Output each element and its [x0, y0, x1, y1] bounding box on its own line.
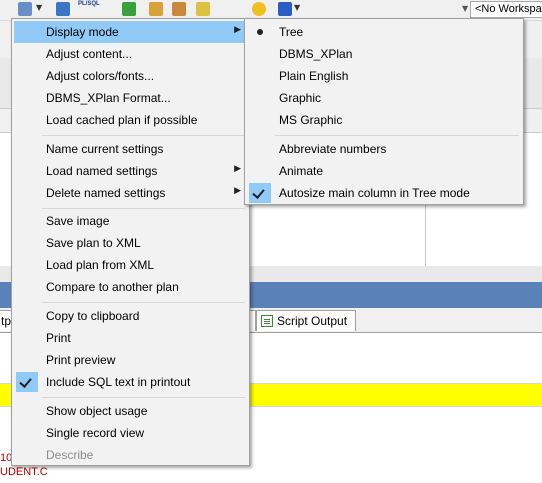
menu-item-load-named-settings[interactable]: Load named settings ▶	[14, 160, 247, 182]
clear-icon[interactable]	[278, 2, 292, 16]
new-window-icon[interactable]	[56, 2, 70, 16]
checkmark-icon	[252, 186, 265, 199]
submenu-item-graphic[interactable]: Graphic	[247, 87, 521, 109]
chevron-down-icon[interactable]: ▼	[294, 3, 300, 12]
chevron-right-icon: ▶	[234, 186, 241, 196]
menu-item-display-mode[interactable]: Display mode ▶	[14, 21, 247, 43]
display-mode-submenu: Tree DBMS_XPlan Plain English Graphic MS…	[244, 18, 524, 205]
menu-item-save-plan-xml[interactable]: Save plan to XML	[14, 232, 247, 254]
help-icon[interactable]	[196, 2, 210, 16]
menu-item-label: Save plan to XML	[46, 236, 141, 250]
script-icon	[261, 315, 273, 327]
submenu-item-animate[interactable]: Animate	[247, 160, 521, 182]
menu-item-label: Single record view	[46, 426, 145, 440]
chevron-right-icon: ▶	[234, 25, 241, 35]
column-divider	[425, 200, 426, 266]
menu-item-describe: Describe	[14, 444, 247, 466]
menu-item-print[interactable]: Print	[14, 327, 247, 349]
menu-item-label: MS Graphic	[279, 113, 343, 127]
menu-item-label: Display mode	[46, 25, 119, 39]
menu-item-label: Save image	[46, 214, 110, 228]
plan-context-menu: Display mode ▶ Adjust content... Adjust …	[11, 18, 250, 466]
run-icon[interactable]	[122, 2, 136, 16]
menu-item-label: Load plan from XML	[46, 258, 155, 272]
chevron-right-icon: ▶	[234, 164, 241, 174]
radio-bullet-icon	[257, 29, 263, 35]
menu-item-label: Adjust colors/fonts...	[46, 69, 155, 83]
menu-item-delete-named-settings[interactable]: Delete named settings ▶	[14, 182, 247, 204]
menu-item-adjust-colors-fonts[interactable]: Adjust colors/fonts...	[14, 65, 247, 87]
menu-item-label: Describe	[46, 448, 94, 462]
menu-item-label: Graphic	[279, 91, 322, 105]
checkbox-background	[16, 372, 38, 392]
submenu-item-abbreviate-numbers[interactable]: Abbreviate numbers	[247, 138, 521, 160]
submenu-item-autosize-main-column[interactable]: Autosize main column in Tree mode	[247, 182, 521, 204]
menu-item-label: Abbreviate numbers	[279, 142, 387, 156]
menu-item-label: Include SQL text in printout	[46, 375, 191, 389]
menu-item-label: Animate	[279, 164, 324, 178]
menu-item-compare-plan[interactable]: Compare to another plan	[14, 276, 247, 298]
menu-item-label: Delete named settings	[46, 186, 166, 200]
menu-separator	[42, 397, 245, 398]
menu-item-label: Tree	[279, 25, 304, 39]
explain-plan-icon[interactable]	[18, 2, 32, 16]
submenu-item-tree[interactable]: Tree	[247, 21, 521, 43]
menu-item-label: Compare to another plan	[46, 280, 179, 294]
menu-item-label: Copy to clipboard	[46, 309, 140, 323]
import-icon[interactable]	[149, 2, 163, 16]
tab-script-output[interactable]: Script Output	[256, 310, 356, 331]
sun-icon[interactable]	[252, 2, 266, 16]
menu-item-dbms-xplan-format[interactable]: DBMS_XPlan Format...	[14, 87, 247, 109]
menu-item-load-cached-plan[interactable]: Load cached plan if possible	[14, 109, 247, 131]
menu-item-show-object-usage[interactable]: Show object usage	[14, 400, 247, 422]
checkmark-icon	[19, 375, 32, 388]
cell-value: UDENT.C	[0, 466, 48, 478]
menu-item-adjust-content[interactable]: Adjust content...	[14, 43, 247, 65]
menu-item-single-record-view[interactable]: Single record view	[14, 422, 247, 444]
plsql-beautifier-icon[interactable]: PL/SQL	[78, 1, 100, 7]
menu-item-label: Autosize main column in Tree mode	[279, 186, 470, 200]
export-icon[interactable]	[172, 2, 186, 16]
menu-item-save-image[interactable]: Save image	[14, 210, 247, 232]
submenu-item-plain-english[interactable]: Plain English	[247, 65, 521, 87]
menu-separator	[275, 135, 519, 136]
submenu-item-ms-graphic[interactable]: MS Graphic	[247, 109, 521, 131]
chevron-down-icon[interactable]: ▼	[462, 2, 470, 16]
menu-item-label: Load named settings	[46, 164, 158, 178]
checkbox-background	[249, 183, 271, 203]
menu-item-load-plan-xml[interactable]: Load plan from XML	[14, 254, 247, 276]
menu-item-label: Print	[46, 331, 71, 345]
workspace-selector[interactable]: <No Workspace>	[470, 1, 542, 18]
menu-item-name-current-settings[interactable]: Name current settings	[14, 138, 247, 160]
menu-separator	[42, 135, 245, 136]
menu-item-label: Adjust content...	[46, 47, 133, 61]
menu-item-include-sql-text[interactable]: Include SQL text in printout	[14, 371, 247, 393]
chevron-down-icon[interactable]: ▼	[36, 3, 42, 12]
menu-separator	[42, 302, 245, 303]
menu-item-print-preview[interactable]: Print preview	[14, 349, 247, 371]
menu-item-label: Load cached plan if possible	[46, 113, 198, 127]
submenu-item-dbms-xplan[interactable]: DBMS_XPlan	[247, 43, 521, 65]
menu-item-label: Print preview	[46, 353, 116, 367]
menu-item-label: Plain English	[279, 69, 349, 83]
menu-separator	[42, 208, 245, 209]
menu-item-label: Name current settings	[46, 142, 164, 156]
menu-item-label: DBMS_XPlan Format...	[46, 91, 171, 105]
menu-item-label: DBMS_XPlan	[279, 47, 353, 61]
menu-item-copy-clipboard[interactable]: Copy to clipboard	[14, 305, 247, 327]
menu-item-label: Show object usage	[46, 404, 148, 418]
tab-label: Script Output	[277, 314, 348, 328]
